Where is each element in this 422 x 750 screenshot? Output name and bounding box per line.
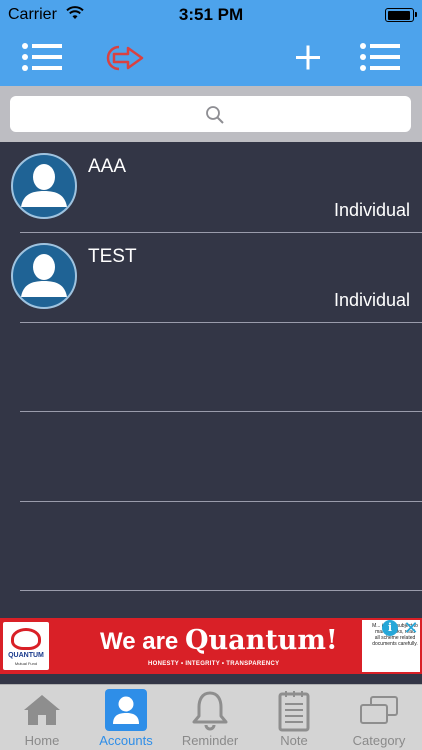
ad-banner[interactable]: QUANTUM Mutual Fund We are Quantum! HONE…: [0, 618, 422, 674]
row-divider: [20, 590, 422, 591]
ad-headline: We are Quantum!: [100, 625, 338, 656]
account-name: TEST: [88, 246, 137, 267]
stacked-windows-icon: [360, 696, 398, 724]
magnifier-icon: [206, 106, 224, 124]
status-bar: Carrier 3:51 PM: [0, 0, 422, 30]
close-icon[interactable]: ✕: [402, 619, 420, 637]
row-divider: [20, 232, 422, 233]
person-avatar-icon: [21, 164, 67, 207]
list-options-button[interactable]: [358, 38, 402, 78]
person-icon: [105, 689, 147, 731]
tab-label: Reminder: [181, 733, 239, 748]
list-menu-icon: [22, 43, 62, 71]
tab-home[interactable]: Home: [0, 685, 84, 750]
clock: 3:51 PM: [178, 5, 244, 24]
search-bar: [0, 86, 422, 142]
list-menu-icon: [360, 43, 400, 71]
tab-reminder[interactable]: Reminder: [168, 685, 252, 750]
tab-label: Home: [24, 733, 60, 748]
list-item[interactable]: TEST Individual: [0, 232, 422, 322]
list-item[interactable]: AAA Individual: [0, 142, 422, 232]
logo-subtext: Mutual Fund: [14, 661, 38, 666]
tab-label: Note: [280, 733, 308, 748]
logo-text: QUANTUM: [8, 652, 44, 659]
row-divider: [20, 322, 422, 323]
ad-headline-prefix: We are: [100, 628, 185, 655]
tab-label: Accounts: [99, 733, 153, 748]
home-icon: [24, 695, 60, 725]
ad-tagline: HONESTY • INTEGRITY • TRANSPARENCY: [148, 661, 280, 667]
navigation-bar: [0, 30, 422, 86]
add-account-button[interactable]: [286, 38, 330, 78]
logout-button[interactable]: [102, 38, 146, 78]
tab-label: Category: [352, 733, 406, 748]
row-divider: [20, 411, 422, 412]
notepad-icon: [278, 691, 310, 732]
person-avatar-icon: [21, 254, 67, 297]
tab-note[interactable]: Note: [252, 685, 336, 750]
account-type: Individual: [333, 290, 410, 310]
row-divider: [20, 501, 422, 502]
tab-category[interactable]: Category: [336, 685, 422, 750]
menu-button[interactable]: [20, 38, 64, 78]
logout-arrow-icon: [106, 45, 144, 71]
tab-accounts[interactable]: Accounts: [84, 685, 168, 750]
bell-icon: [192, 691, 228, 731]
search-field-container: [10, 96, 411, 132]
accounts-list: AAA Individual TEST Individual: [0, 142, 422, 618]
avatar: [11, 153, 77, 219]
ad-headline-brand: Quantum!: [184, 625, 338, 656]
battery-icon: [385, 8, 417, 22]
account-type: Individual: [333, 200, 410, 220]
info-icon[interactable]: i: [382, 620, 398, 636]
account-name: AAA: [88, 156, 127, 177]
plus-icon: [296, 45, 320, 70]
quantum-logo: QUANTUM Mutual Fund: [3, 622, 49, 670]
tab-bar: Home Accounts Reminder Note Category: [0, 684, 422, 750]
avatar: [11, 243, 77, 309]
